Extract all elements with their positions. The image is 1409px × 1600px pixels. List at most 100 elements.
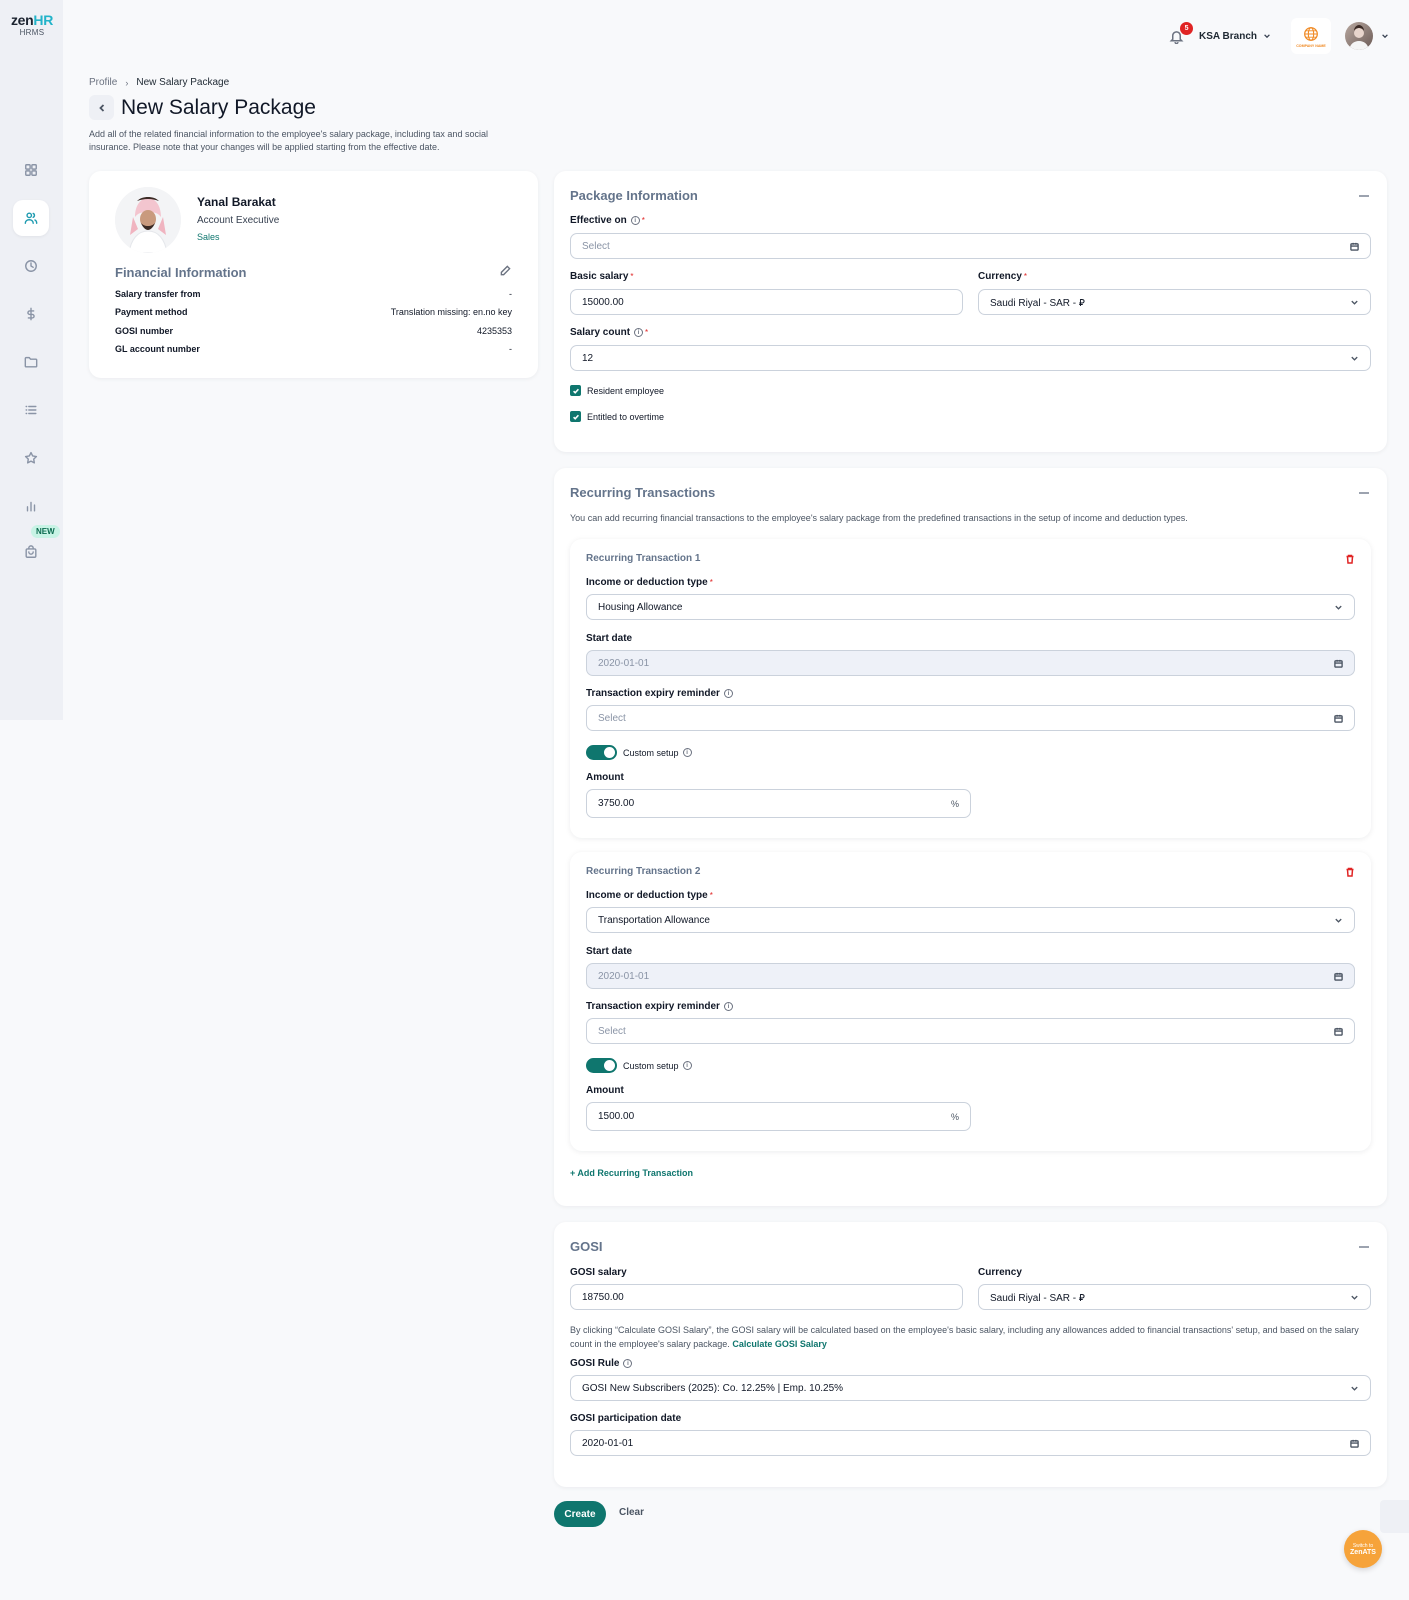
collapse-section-button[interactable] [1359,1246,1369,1248]
info-icon: i [682,748,692,757]
chevron-down-icon [1351,300,1358,305]
financial-row: GOSI number 4235353 [115,326,512,336]
nav-marketplace[interactable] [13,534,49,570]
grid-icon [25,164,37,176]
gosi-rule-select[interactable]: GOSI New Subscribers (2025): Co. 12.25% … [570,1375,1371,1401]
gosi-title: GOSI [570,1239,603,1254]
clear-button[interactable]: Clear [619,1507,644,1518]
breadcrumb-current: New Salary Package [136,77,230,88]
breadcrumb-profile[interactable]: Profile [89,77,117,88]
gosi-salary-input[interactable]: 18750.00 [570,1284,963,1310]
page-title: New Salary Package [121,95,316,119]
income-deduction-type-label: Income or deduction type * [586,577,713,588]
branch-label: KSA Branch [1199,30,1257,42]
calendar-icon [1334,714,1343,723]
nav-reports[interactable] [13,488,49,524]
employee-profile-card: Yanal Barakat Account Executive Sales Fi… [89,171,538,378]
nav-performance[interactable] [13,440,49,476]
collapse-section-button[interactable] [1359,195,1369,197]
page-description: Add all of the related financial informa… [89,129,488,153]
basic-salary-input[interactable]: 15000.00 [570,289,963,315]
delete-transaction-button[interactable] [1345,554,1355,564]
start-date-label: Start date [586,633,633,644]
back-button[interactable] [89,95,114,120]
page-header: New Salary Package [89,95,316,120]
trash-icon [1346,867,1354,877]
employee-name: Yanal Barakat [197,195,276,209]
calculate-gosi-salary-link[interactable]: Calculate GOSI Salary [732,1339,827,1349]
amount-label: Amount [586,1085,624,1096]
recurring-description: You can add recurring financial transact… [570,513,1188,523]
calendar-icon [1350,1439,1359,1448]
expiry-reminder-label: Transaction expiry reminder i [586,688,733,699]
income-deduction-type-select[interactable]: Housing Allowance [586,594,1355,620]
effective-on-label: Effective on i * [570,215,645,226]
amount-input[interactable]: 1500.00 % [586,1102,971,1131]
notifications-button[interactable]: 5 [1165,22,1194,47]
info-icon: i [682,1061,692,1070]
delete-transaction-button[interactable] [1345,867,1355,877]
switch-to-zenats-button[interactable]: Switch to ZenATS [1344,1530,1382,1568]
nav-dashboard[interactable] [13,152,49,188]
calendar-icon [1334,972,1343,981]
chevron-down-icon [1351,356,1358,361]
custom-setup-toggle[interactable]: Custom setup i [586,1058,692,1073]
chevron-down-icon [1351,1295,1358,1300]
percent-suffix: % [950,798,959,809]
bar-chart-icon [26,501,36,512]
nav-attendance[interactable] [13,248,49,284]
collapse-section-button[interactable] [1359,492,1369,494]
currency-select[interactable]: Saudi Riyal - SAR - ⃁ [978,289,1371,315]
app-logo[interactable]: zenHR HRMS [8,13,56,37]
info-icon: i [723,689,733,698]
company-logo[interactable]: COMPANY NAME [1291,18,1331,54]
currency-label: Currency * [978,271,1028,282]
employee-photo [115,187,181,253]
branch-selector[interactable]: KSA Branch [1199,31,1271,42]
edit-financial-button[interactable] [500,265,512,277]
custom-setup-toggle[interactable]: Custom setup i [586,745,692,760]
transaction-title: Recurring Transaction 1 [586,553,701,564]
gosi-salary-label: GOSI salary [570,1267,627,1278]
nav-payroll[interactable] [13,296,49,332]
resident-employee-checkbox[interactable]: Resident employee [570,385,664,396]
create-button[interactable]: Create [554,1501,606,1527]
salary-count-select[interactable]: 12 [570,345,1371,371]
breadcrumb-separator-icon: › [125,77,129,88]
gosi-participation-input[interactable]: 2020-01-01 [570,1430,1371,1456]
scroll-to-top-tab[interactable] [1380,1500,1409,1533]
income-deduction-type-select[interactable]: Transportation Allowance [586,907,1355,933]
entitled-overtime-checkbox[interactable]: Entitled to overtime [570,411,664,422]
toggle-switch[interactable] [586,745,617,760]
calendar-icon [1334,659,1343,668]
expiry-reminder-input[interactable]: Select [586,1018,1355,1044]
recurring-transaction-card: Recurring Transaction 2 Income or deduct… [570,852,1371,1151]
breadcrumb: Profile › New Salary Package [89,77,229,88]
employee-job-title: Account Executive [197,215,280,226]
user-menu[interactable] [1345,22,1389,50]
nav-documents[interactable] [13,344,49,380]
nav-requests[interactable] [13,392,49,428]
chevron-down-icon [1351,1386,1358,1391]
basic-salary-label: Basic salary * [570,271,634,282]
bag-icon [25,545,37,558]
gosi-participation-label: GOSI participation date [570,1413,682,1424]
gosi-description: By clicking “Calculate GOSI Salary”, the… [570,1325,1359,1349]
amount-input[interactable]: 3750.00 % [586,789,971,818]
calendar-icon [1334,1027,1343,1036]
toggle-switch[interactable] [586,1058,617,1073]
expiry-reminder-input[interactable]: Select [586,705,1355,731]
salary-count-label: Salary count i * [570,327,649,338]
gosi-currency-select[interactable]: Saudi Riyal - SAR - ⃁ [978,1284,1371,1310]
chevron-left-icon [98,103,104,112]
start-date-label: Start date [586,946,633,957]
effective-on-input[interactable]: Select [570,233,1371,259]
notifications-count-badge: 5 [1180,22,1194,35]
sidebar: zenHR HRMS NEW [0,0,63,720]
clock-icon [25,260,37,272]
add-recurring-transaction-link[interactable]: + Add Recurring Transaction [570,1168,693,1178]
percent-suffix: % [950,1111,959,1122]
folder-icon [24,356,38,368]
gosi-card: GOSI GOSI salary 18750.00 Currency Saudi… [554,1222,1387,1487]
nav-employees[interactable] [13,200,49,236]
